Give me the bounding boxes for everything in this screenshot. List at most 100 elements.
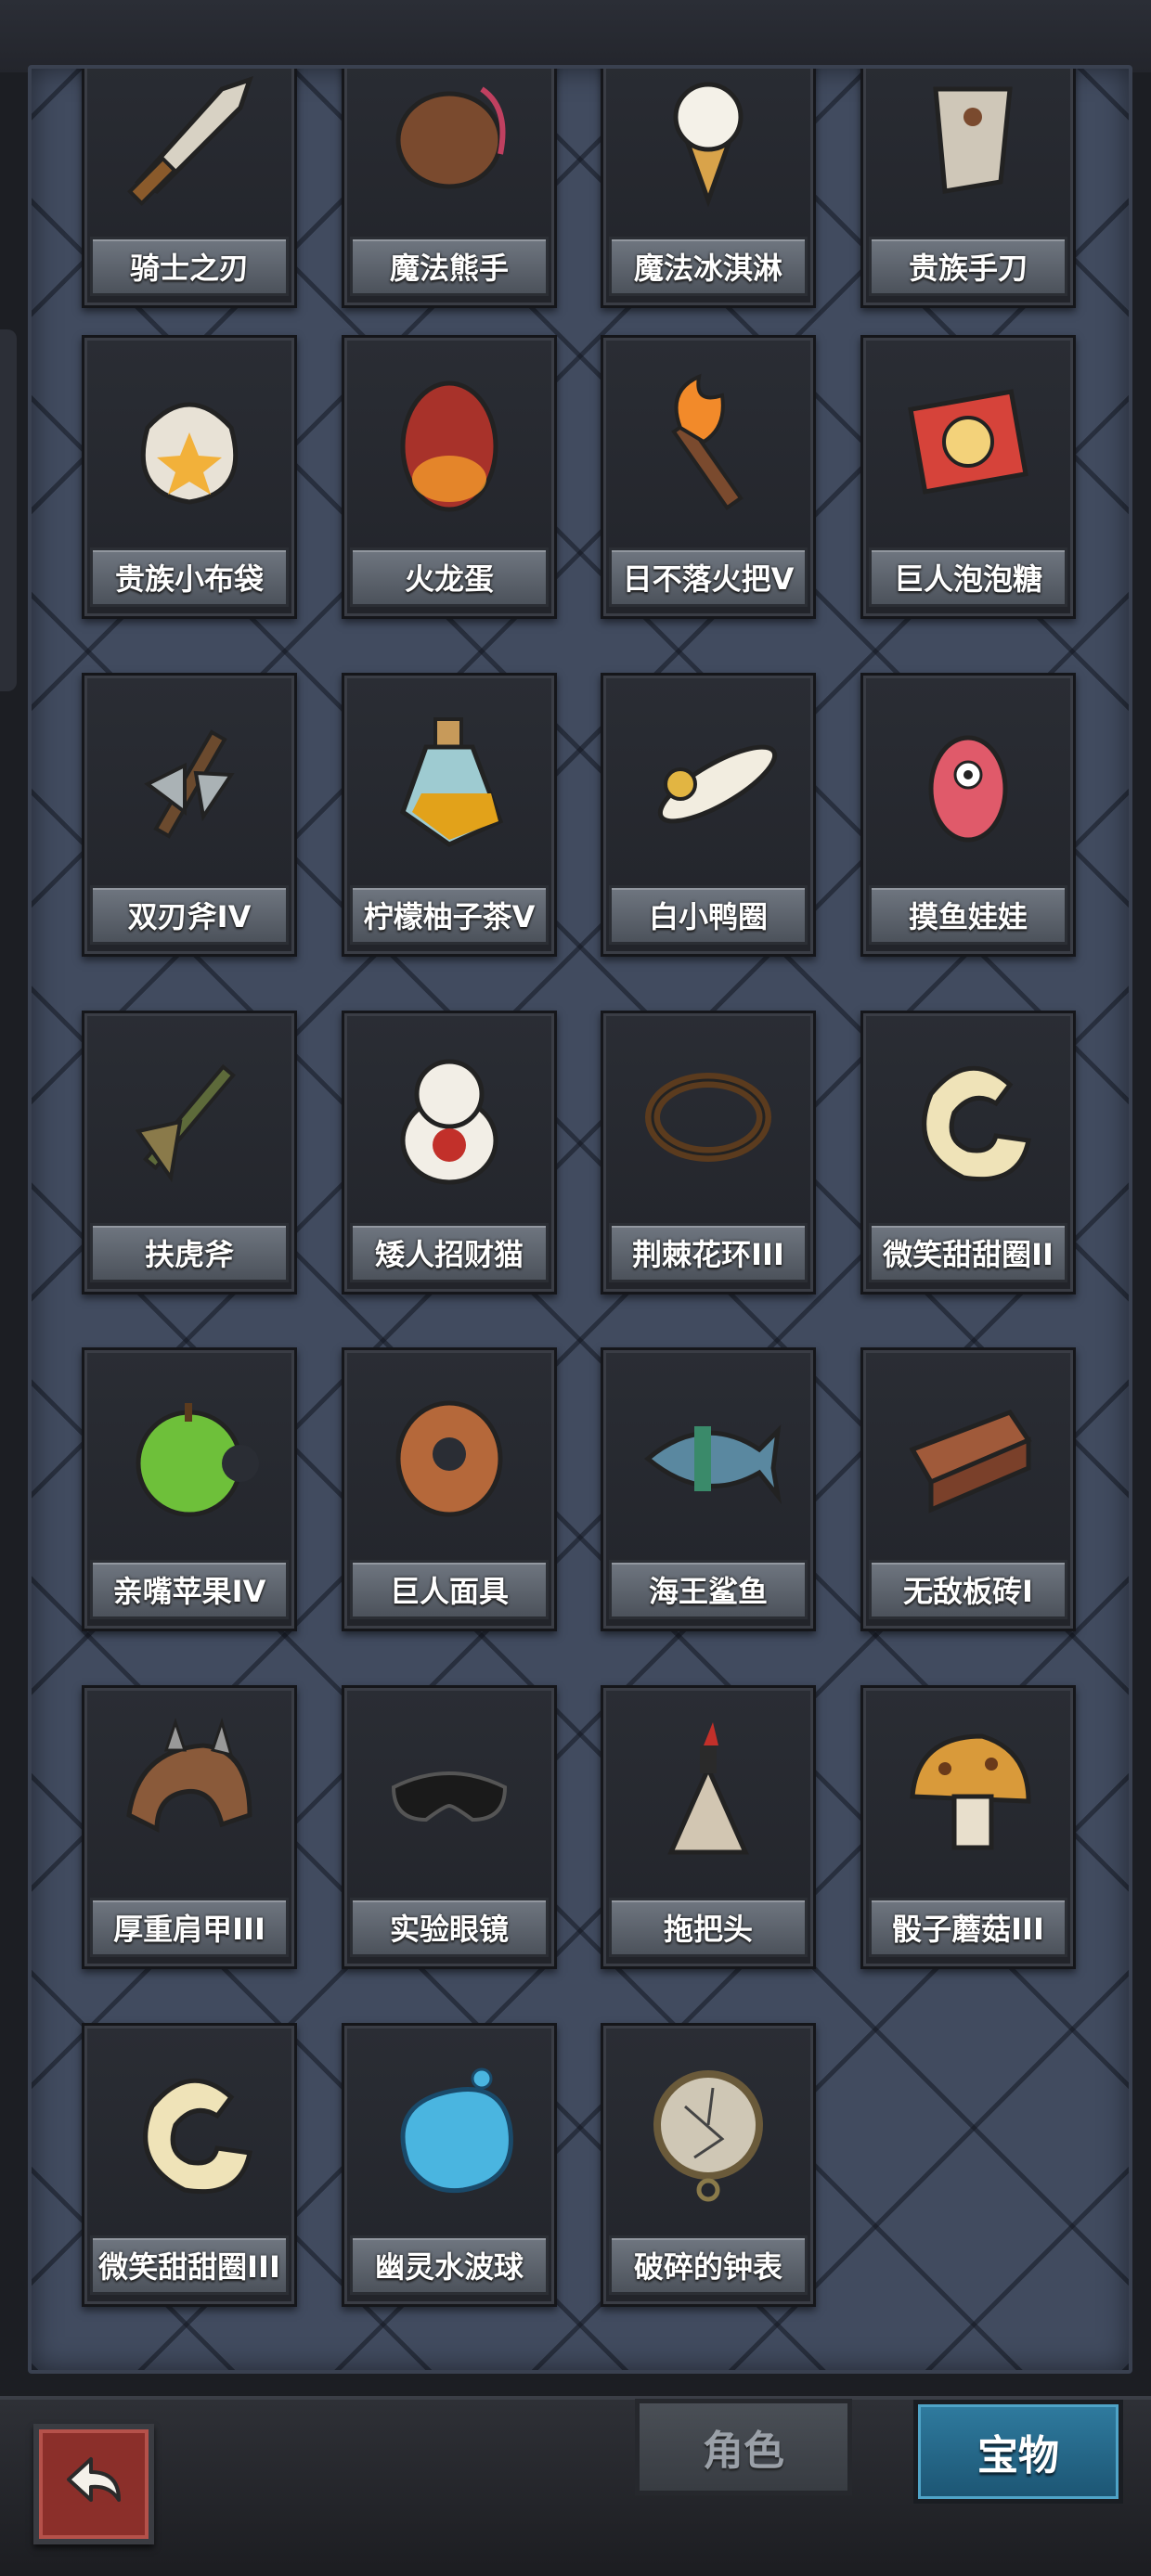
treasure-item-card[interactable]: 厚重肩甲III <box>82 1685 297 1969</box>
donut-icon <box>880 1024 1056 1210</box>
item-name-label: 厚重肩甲III <box>113 1912 265 1947</box>
treasure-item-card[interactable]: 无敌板砖I <box>860 1347 1076 1631</box>
mop-head-icon <box>620 1699 796 1885</box>
item-name-plate: 骰子蘑菇III <box>869 1898 1067 1957</box>
noble-hand-blade-icon <box>880 69 1056 224</box>
side-drawer-handle[interactable] <box>0 329 17 691</box>
item-name-label: 魔法冰淇淋 <box>633 251 782 286</box>
treasure-item-card[interactable]: 贵族手刀 <box>860 69 1076 308</box>
item-name-label: 日不落火把V <box>622 561 795 597</box>
item-name-plate: 微笑甜甜圈II <box>869 1223 1067 1282</box>
bitten-apple-icon <box>101 1361 278 1547</box>
treasure-item-card[interactable]: 双刃斧IV <box>82 673 297 957</box>
item-name-label: 双刃斧IV <box>127 899 252 934</box>
treasure-item-card[interactable]: 骑士之刃 <box>82 69 297 308</box>
treasure-item-card[interactable]: 日不落火把V <box>601 335 816 619</box>
treasure-item-card[interactable]: 破碎的钟表 <box>601 2023 816 2307</box>
item-name-label: 破碎的钟表 <box>633 2249 782 2285</box>
dice-mushroom-icon <box>880 1699 1056 1885</box>
fire-dragon-egg-icon <box>361 349 537 535</box>
item-name-label: 拖把头 <box>663 1912 753 1947</box>
back-arrow-icon <box>67 2457 121 2502</box>
treasure-item-card[interactable]: 魔法熊手 <box>342 69 557 308</box>
treasure-item-card[interactable]: 微笑甜甜圈III <box>82 2023 297 2307</box>
item-name-label: 海王鲨鱼 <box>648 1574 768 1609</box>
treasure-item-card[interactable]: 火龙蛋 <box>342 335 557 619</box>
treasure-item-card[interactable]: 柠檬柚子茶V <box>342 673 557 957</box>
cloth-pouch-icon <box>101 349 278 535</box>
item-name-label: 无敌板砖I <box>903 1574 1033 1609</box>
treasure-grid-panel[interactable]: 骑士之刃 魔法熊手 魔法冰淇淋 贵族手刀贵族小布袋 火龙蛋 日不落火把V 巨人泡泡糖双刃斧I… <box>28 65 1132 2374</box>
item-name-label: 白小鸭圈 <box>648 899 768 934</box>
item-name-label: 骑士之刃 <box>129 251 249 286</box>
treasure-item-card[interactable]: 矮人招财猫 <box>342 1011 557 1294</box>
tab-treasure[interactable]: 宝物 <box>913 2400 1123 2504</box>
pink-doll-icon <box>880 687 1056 872</box>
treasure-item-card[interactable]: 荆棘花环III <box>601 1011 816 1294</box>
item-name-label: 亲嘴苹果IV <box>112 1574 266 1609</box>
item-name-label: 荆棘花环III <box>632 1237 784 1272</box>
double-axe-icon <box>101 687 278 872</box>
treasure-item-card[interactable]: 摸鱼娃娃 <box>860 673 1076 957</box>
item-name-plate: 骑士之刃 <box>90 237 289 296</box>
item-name-label: 实验眼镜 <box>389 1912 509 1947</box>
item-name-plate: 贵族手刀 <box>869 237 1067 296</box>
treasure-item-card[interactable]: 扶虎斧 <box>82 1011 297 1294</box>
bubble-gum-box-icon <box>880 349 1056 535</box>
tab-treasure-label: 宝物 <box>977 2432 1059 2479</box>
item-name-label: 矮人招财猫 <box>374 1237 524 1272</box>
treasure-item-card[interactable]: 海王鲨鱼 <box>601 1347 816 1631</box>
treasure-item-card[interactable]: 白小鸭圈 <box>601 673 816 957</box>
treasure-item-card[interactable]: 实验眼镜 <box>342 1685 557 1969</box>
back-button[interactable] <box>33 2424 154 2544</box>
lucky-cat-icon <box>361 1024 537 1210</box>
treasure-item-card[interactable]: 巨人面具 <box>342 1347 557 1631</box>
item-name-plate: 破碎的钟表 <box>609 2235 808 2295</box>
item-name-label: 火龙蛋 <box>404 561 494 597</box>
item-name-plate: 无敌板砖I <box>869 1560 1067 1619</box>
item-name-plate: 摸鱼娃娃 <box>869 885 1067 945</box>
item-name-plate: 魔法熊手 <box>350 237 549 296</box>
item-name-label: 骰子蘑菇III <box>892 1912 1044 1947</box>
item-name-plate: 巨人泡泡糖 <box>869 547 1067 607</box>
shark-icon <box>620 1361 796 1547</box>
tiger-axe-icon <box>101 1024 278 1210</box>
item-name-plate: 微笑甜甜圈III <box>90 2235 289 2295</box>
item-name-plate: 荆棘花环III <box>609 1223 808 1282</box>
treasure-item-card[interactable]: 拖把头 <box>601 1685 816 1969</box>
treasure-item-card[interactable]: 巨人泡泡糖 <box>860 335 1076 619</box>
item-name-plate: 魔法冰淇淋 <box>609 237 808 296</box>
water-ball-icon <box>361 2037 537 2222</box>
item-name-label: 微笑甜甜圈III <box>98 2249 280 2285</box>
treasure-item-card[interactable]: 幽灵水波球 <box>342 2023 557 2307</box>
treasure-item-card[interactable]: 魔法冰淇淋 <box>601 69 816 308</box>
treasure-item-card[interactable]: 贵族小布袋 <box>82 335 297 619</box>
treasure-item-card[interactable]: 骰子蘑菇III <box>860 1685 1076 1969</box>
item-name-label: 微笑甜甜圈II <box>883 1237 1054 1272</box>
item-name-plate: 厚重肩甲III <box>90 1898 289 1957</box>
item-name-label: 巨人面具 <box>389 1574 509 1609</box>
item-name-plate: 火龙蛋 <box>350 547 549 607</box>
ice-cream-icon <box>620 69 796 224</box>
item-name-label: 扶虎斧 <box>144 1237 234 1272</box>
item-name-plate: 矮人招财猫 <box>350 1223 549 1282</box>
item-name-label: 幽灵水波球 <box>374 2249 524 2285</box>
magic-bear-paw-icon <box>361 69 537 224</box>
item-name-label: 巨人泡泡糖 <box>893 561 1042 597</box>
knight-blade-icon <box>101 69 278 224</box>
broken-clock-icon <box>620 2037 796 2222</box>
item-name-plate: 扶虎斧 <box>90 1223 289 1282</box>
item-name-label: 贵族手刀 <box>908 251 1028 286</box>
torch-icon <box>620 349 796 535</box>
tab-role[interactable]: 角色 <box>635 2399 852 2495</box>
thorn-wreath-icon <box>620 1024 796 1210</box>
item-name-plate: 海王鲨鱼 <box>609 1560 808 1619</box>
top-header-strip <box>0 0 1151 72</box>
donut-icon <box>101 2037 278 2222</box>
treasure-item-card[interactable]: 微笑甜甜圈II <box>860 1011 1076 1294</box>
item-name-plate: 日不落火把V <box>609 547 808 607</box>
item-name-label: 摸鱼娃娃 <box>908 899 1028 934</box>
duck-float-icon <box>620 687 796 872</box>
potion-bottle-icon <box>361 687 537 872</box>
treasure-item-card[interactable]: 亲嘴苹果IV <box>82 1347 297 1631</box>
